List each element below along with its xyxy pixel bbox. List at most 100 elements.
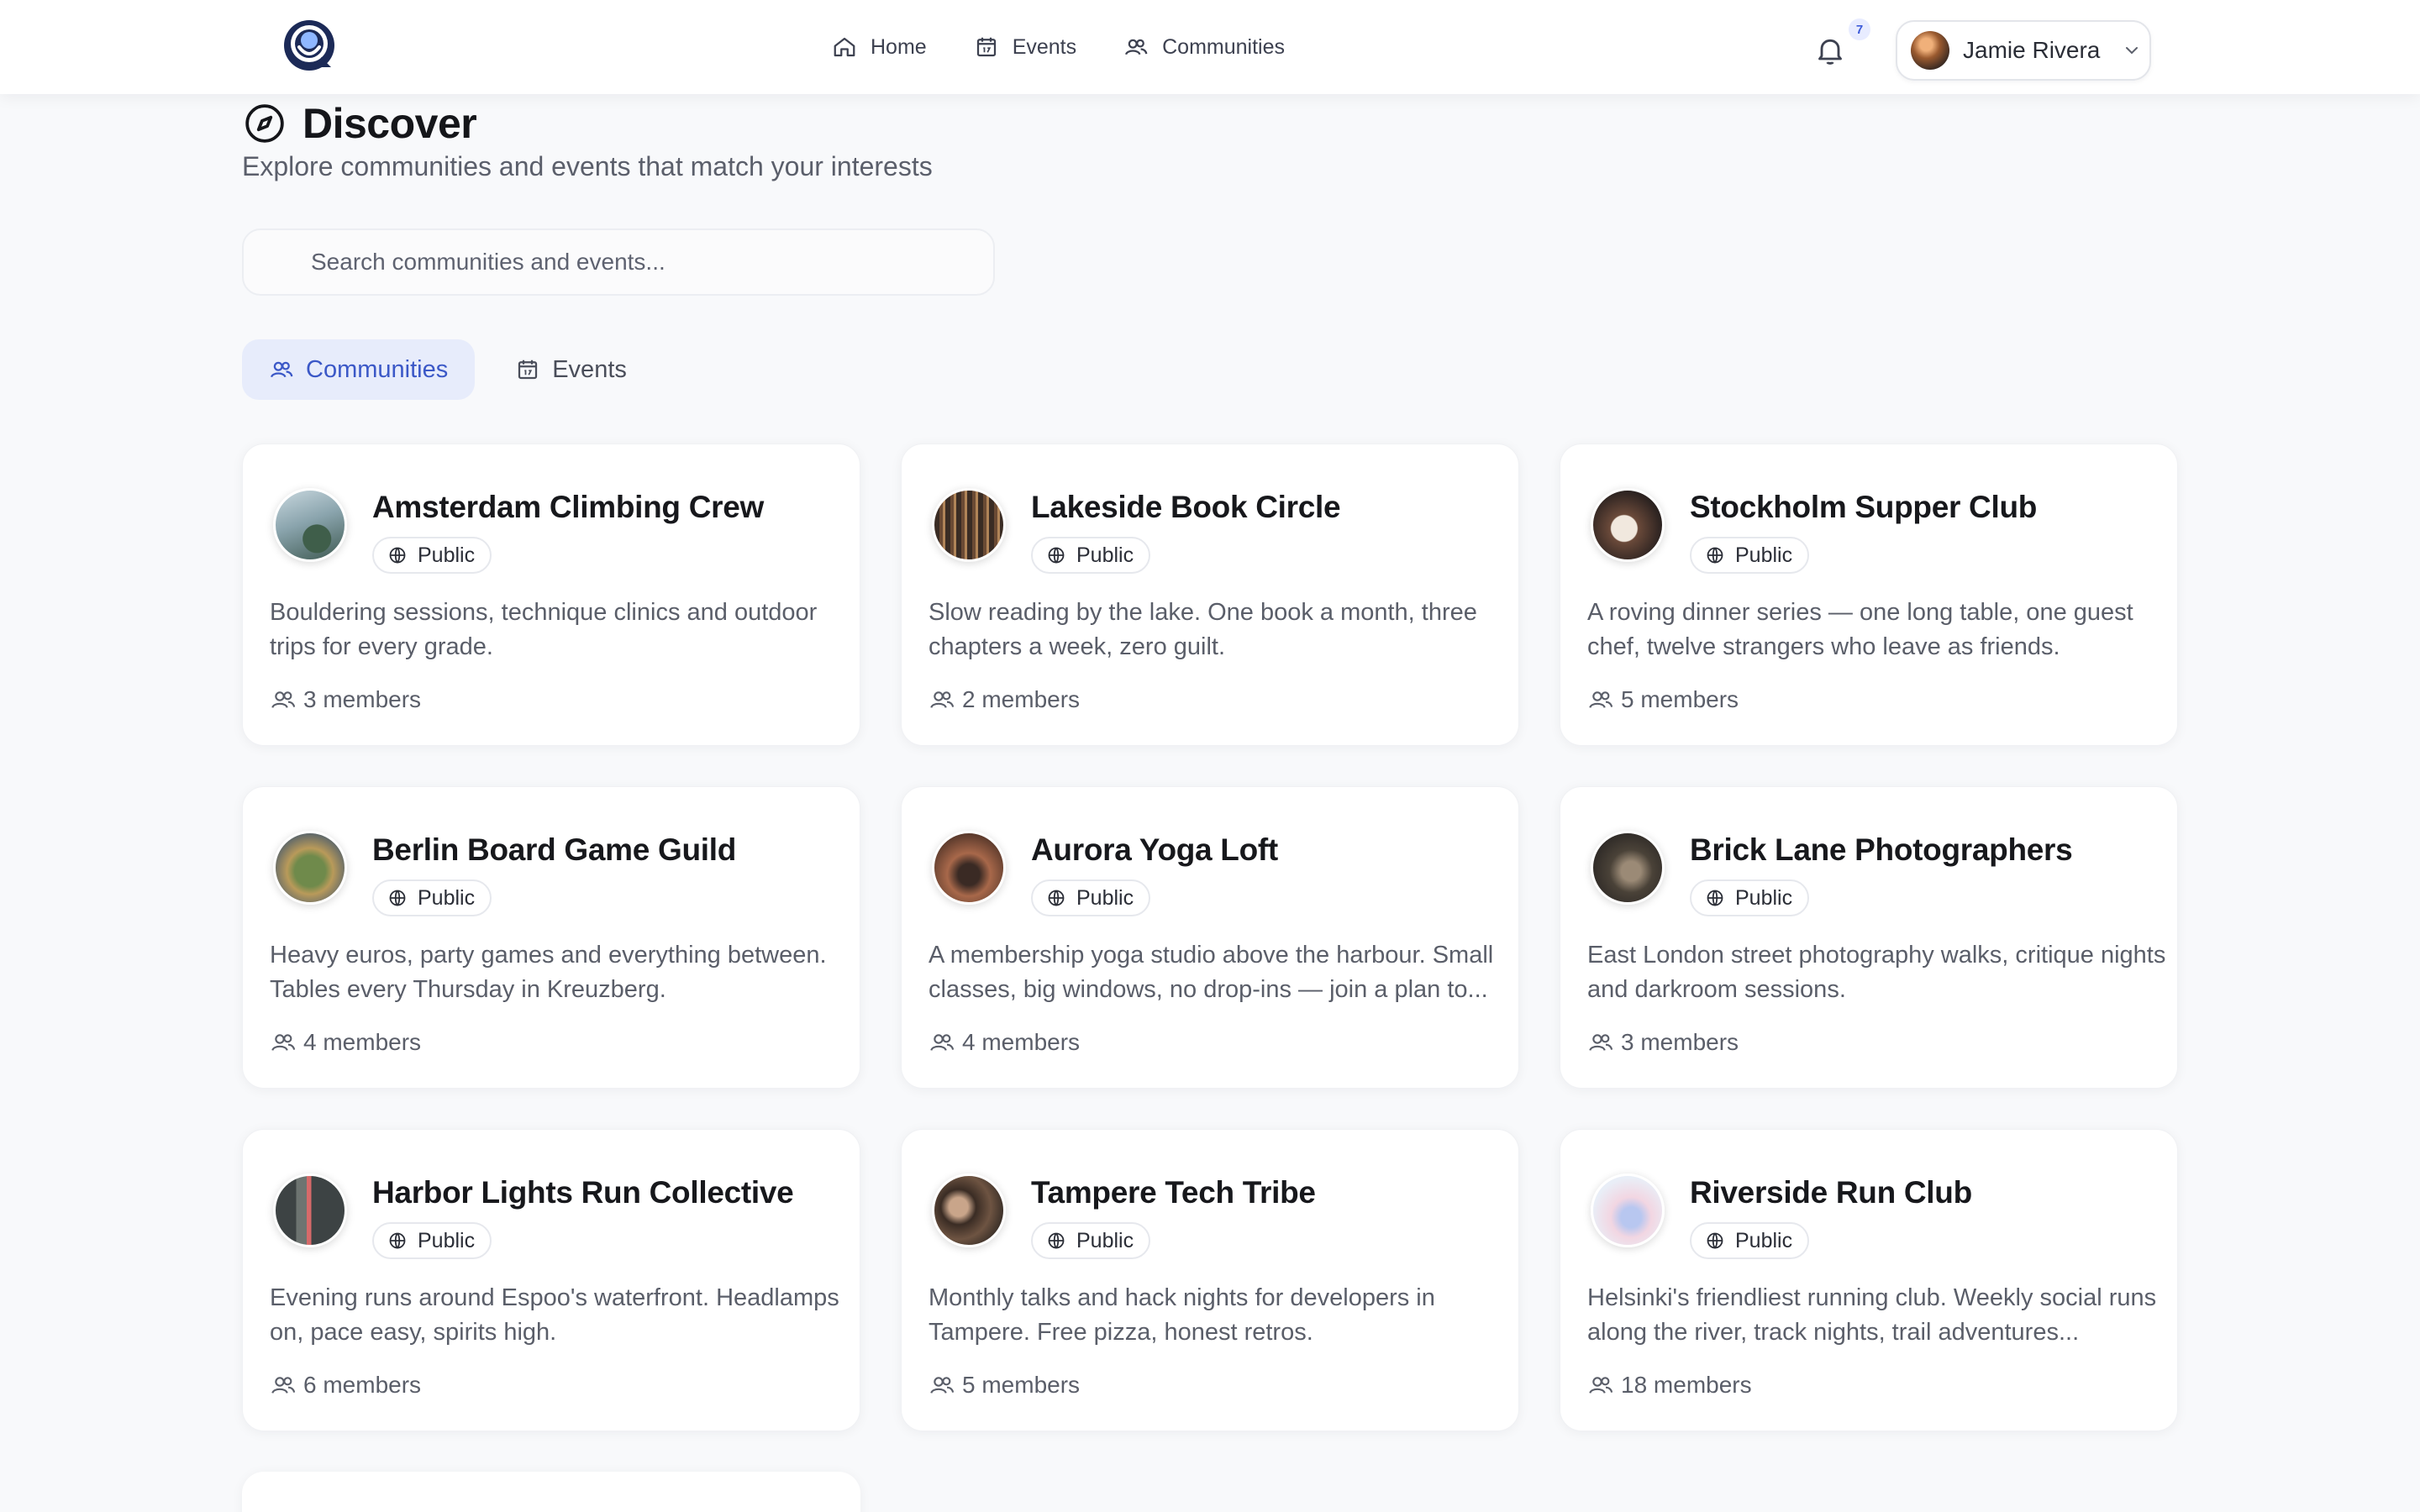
community-card-partial[interactable]: [242, 1472, 860, 1512]
community-avatar: [1591, 488, 1665, 562]
chevron-down-icon: [2126, 47, 2139, 55]
visibility-label: Public: [1076, 1228, 1134, 1252]
globe-icon: [389, 1232, 406, 1249]
tab-events[interactable]: Events: [488, 339, 654, 400]
community-name: Harbor Lights Run Collective: [372, 1175, 794, 1210]
users-icon: [271, 691, 296, 708]
community-name: Brick Lane Photographers: [1690, 832, 2073, 867]
community-card[interactable]: Harbor Lights Run Collective Public Even…: [242, 1129, 860, 1431]
community-description: Helsinki's friendliest running club. Wee…: [1587, 1284, 2157, 1346]
visibility-label: Public: [1735, 1228, 1793, 1252]
visibility-badge: Public: [1690, 1222, 1810, 1259]
member-count-label: 3 members: [303, 686, 422, 712]
visibility-label: Public: [418, 1228, 476, 1252]
user-name: Jamie Rivera: [1963, 37, 2101, 63]
community-name: Amsterdam Climbing Crew: [372, 490, 764, 524]
visibility-badge: Public: [1031, 879, 1151, 916]
community-card[interactable]: Brick Lane Photographers Public East Lon…: [1560, 786, 2178, 1089]
visibility-label: Public: [1076, 543, 1134, 567]
community-card[interactable]: Stockholm Supper Club Public A roving di…: [1560, 444, 2178, 746]
tab-communities-label: Communities: [306, 355, 449, 383]
users-icon: [1589, 691, 1613, 708]
member-count-label: 6 members: [303, 1372, 422, 1398]
community-avatar: [1591, 1173, 1665, 1247]
community-avatar: [273, 1173, 347, 1247]
visibility-badge: Public: [372, 1222, 492, 1259]
member-count-label: 2 members: [962, 686, 1081, 712]
search-input[interactable]: [242, 228, 995, 296]
community-avatar: [932, 831, 1006, 905]
community-card[interactable]: Amsterdam Climbing Crew Public Boulderin…: [242, 444, 860, 746]
calendar-icon: [976, 37, 996, 57]
community-name: Tampere Tech Tribe: [1031, 1175, 1316, 1210]
member-count: 4 members: [270, 1029, 421, 1056]
calendar-icon: [518, 360, 538, 380]
tab-events-label: Events: [552, 355, 627, 383]
member-count-label: 5 members: [1621, 686, 1739, 712]
community-card[interactable]: Riverside Run Club Public Helsinki's fri…: [1560, 1129, 2178, 1431]
users-icon: [930, 1034, 955, 1051]
community-description: A membership yoga studio above the harbo…: [929, 942, 1494, 1003]
community-description: Bouldering sessions, technique clinics a…: [270, 599, 818, 660]
nav-events-label: Events: [1012, 34, 1077, 59]
nav-events[interactable]: Events: [974, 34, 1076, 60]
discover-tabs: Communities Events: [242, 339, 654, 400]
community-name: Aurora Yoga Loft: [1031, 832, 1278, 867]
community-card[interactable]: Berlin Board Game Guild Public Heavy eur…: [242, 786, 860, 1089]
community-card[interactable]: Tampere Tech Tribe Public Monthly talks …: [901, 1129, 1519, 1431]
users-icon: [930, 1377, 955, 1394]
community-description: A roving dinner series — one long table,…: [1587, 599, 2133, 660]
notifications-count-badge: 7: [1849, 18, 1870, 40]
users-icon: [930, 691, 955, 708]
notifications-bell-icon[interactable]: [1813, 34, 1847, 67]
community-name: Lakeside Book Circle: [1031, 490, 1341, 524]
member-count: 3 members: [270, 686, 421, 713]
app-root: Home Events Communities 7 Jamie Rivera D…: [0, 0, 2420, 1512]
users-icon: [1589, 1377, 1613, 1394]
globe-icon: [1048, 890, 1065, 906]
globe-icon: [389, 890, 406, 906]
community-card[interactable]: Lakeside Book Circle Public Slow reading…: [901, 444, 1519, 746]
member-count: 5 members: [1587, 686, 1739, 713]
community-description: Monthly talks and hack nights for develo…: [929, 1284, 1435, 1346]
nav-home-label: Home: [871, 34, 927, 59]
community-avatar: [273, 831, 347, 905]
community-name: Berlin Board Game Guild: [372, 832, 737, 867]
top-navbar: Home Events Communities 7 Jamie Rivera: [0, 0, 2420, 94]
visibility-badge: Public: [1031, 537, 1151, 574]
user-avatar: [1911, 31, 1949, 70]
member-count: 4 members: [929, 1029, 1080, 1056]
member-count: 18 members: [1587, 1372, 1752, 1399]
nav-home[interactable]: Home: [832, 34, 927, 60]
users-icon: [271, 361, 293, 378]
community-avatar: [273, 488, 347, 562]
visibility-label: Public: [1735, 885, 1793, 910]
globe-icon: [1707, 890, 1723, 906]
users-icon: [271, 1034, 296, 1051]
member-count-label: 5 members: [962, 1372, 1081, 1398]
nav-communities[interactable]: Communities: [1123, 34, 1285, 60]
globe-icon: [1048, 547, 1065, 564]
visibility-badge: Public: [1031, 1222, 1151, 1259]
member-count-label: 4 members: [303, 1029, 422, 1055]
user-menu-button[interactable]: Jamie Rivera: [1896, 20, 2151, 81]
users-icon: [1589, 1034, 1613, 1051]
member-count-label: 3 members: [1621, 1029, 1739, 1055]
member-count-label: 18 members: [1621, 1372, 1752, 1398]
member-count-label: 4 members: [962, 1029, 1081, 1055]
community-avatar: [932, 488, 1006, 562]
home-icon: [834, 37, 855, 57]
app-logo-icon[interactable]: [282, 18, 336, 72]
member-count: 5 members: [929, 1372, 1080, 1399]
visibility-label: Public: [418, 543, 476, 567]
users-icon: [1125, 39, 1148, 55]
visibility-badge: Public: [372, 537, 492, 574]
community-name: Stockholm Supper Club: [1690, 490, 2038, 524]
tab-communities[interactable]: Communities: [242, 339, 476, 400]
community-avatar: [1591, 831, 1665, 905]
member-count: 2 members: [929, 686, 1080, 713]
globe-icon: [1048, 1232, 1065, 1249]
community-card[interactable]: Aurora Yoga Loft Public A membership yog…: [901, 786, 1519, 1089]
main-nav: Home Events Communities: [832, 0, 1285, 94]
users-icon: [271, 1377, 296, 1394]
